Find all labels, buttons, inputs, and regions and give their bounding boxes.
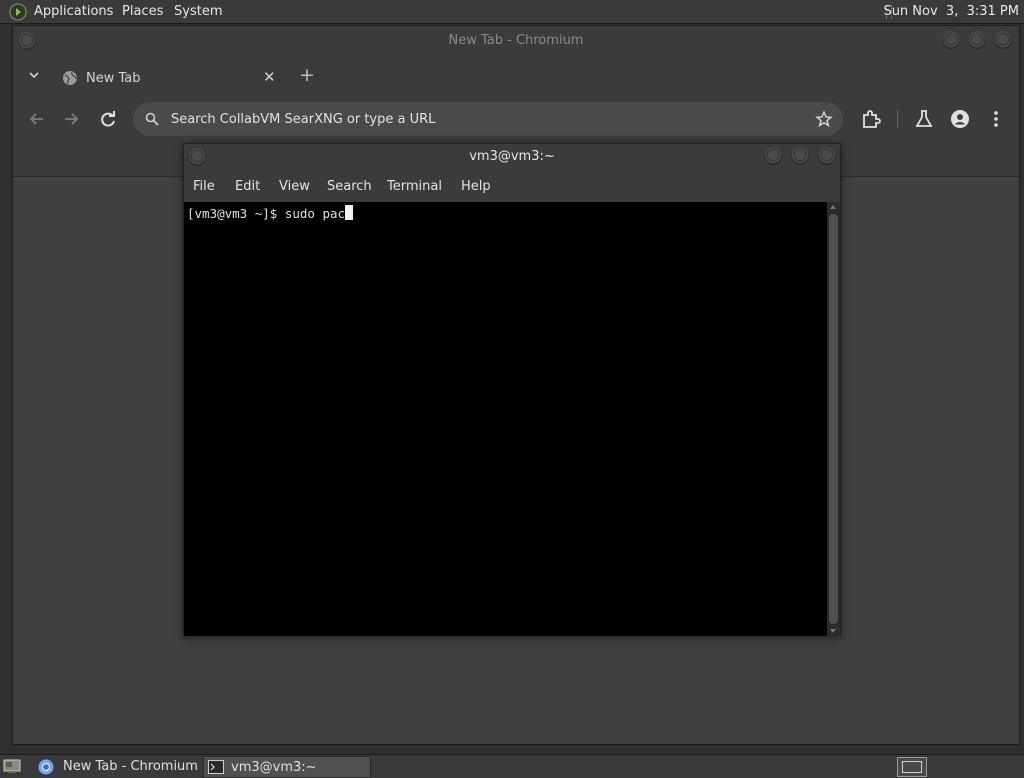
workspace-switcher-2[interactable] [962, 757, 992, 777]
terminal-minimize-button[interactable] [764, 147, 782, 165]
bottom-panel: New Tab - Chromium vm3@vm3:~ [0, 754, 1024, 778]
menu-edit[interactable]: Edit [235, 179, 260, 194]
applications-menu[interactable]: Applications [34, 4, 113, 19]
minimize-button[interactable] [942, 31, 960, 49]
typed-command: sudo pac [284, 206, 346, 221]
window-title: New Tab - Chromium [448, 33, 584, 48]
terminal-cursor [345, 205, 354, 220]
toolbar-separator [897, 110, 898, 128]
url-input[interactable] [171, 110, 771, 128]
menu-file[interactable]: File [193, 179, 215, 194]
search-icon [145, 112, 159, 126]
browser-toolbar [13, 98, 1019, 140]
back-arrow-icon[interactable] [25, 107, 49, 131]
show-desktop-icon[interactable] [3, 759, 21, 774]
task-label: New Tab - Chromium [63, 759, 198, 774]
tab-label: New Tab [86, 71, 141, 86]
scroll-up-arrow-icon[interactable] [830, 205, 836, 209]
menu-view[interactable]: View [279, 179, 310, 194]
terminal-screen[interactable]: [vm3@vm3 ~]$ sudo pac [184, 202, 827, 636]
shell-prompt: [vm3@vm3 ~]$ [187, 206, 285, 221]
labs-flask-icon[interactable] [912, 107, 936, 131]
menu-search[interactable]: Search [327, 179, 372, 194]
more-menu-icon[interactable] [984, 107, 1008, 131]
top-panel: Applications Places System Sun Nov 3, 3:… [0, 0, 1024, 24]
new-tab-plus-icon[interactable]: + [299, 64, 315, 86]
terminal-scrollbar[interactable] [827, 202, 840, 636]
bookmark-star-icon[interactable] [815, 110, 833, 128]
terminal-maximize-button[interactable] [791, 147, 809, 165]
reload-icon[interactable] [96, 107, 120, 131]
taskbar-item-terminal[interactable]: vm3@vm3:~ [203, 756, 371, 778]
extensions-puzzle-icon[interactable] [859, 107, 883, 131]
terminal-line: [vm3@vm3 ~]$ sudo pac [187, 205, 354, 221]
terminal-window: vm3@vm3:~ File Edit View Search Terminal… [183, 143, 841, 636]
profile-avatar-icon[interactable] [948, 107, 972, 131]
places-menu[interactable]: Places [122, 4, 163, 19]
globe-icon [63, 71, 77, 85]
terminal-menubar: File Edit View Search Terminal Help [184, 174, 840, 200]
scrollbar-thumb[interactable] [829, 214, 838, 624]
chromium-icon [38, 759, 54, 775]
maximize-button[interactable] [968, 31, 986, 49]
clock[interactable]: Sun Nov 3, 3:31 PM [883, 4, 1019, 19]
workspace-switcher-1[interactable] [897, 757, 927, 777]
scroll-down-arrow-icon[interactable] [830, 629, 836, 633]
omnibox[interactable] [133, 102, 843, 136]
tab-close-icon[interactable]: ✕ [263, 68, 276, 86]
workspace-window-preview [902, 761, 922, 773]
tab-search-chevron-icon[interactable] [27, 66, 41, 84]
task-label: vm3@vm3:~ [231, 760, 317, 775]
system-menu[interactable]: System [174, 4, 222, 19]
terminal-title: vm3@vm3:~ [469, 149, 555, 164]
taskbar-item-chromium[interactable]: New Tab - Chromium [33, 756, 199, 778]
close-window-button[interactable] [994, 31, 1012, 49]
distro-logo-icon[interactable] [9, 3, 27, 21]
tab-strip: New Tab ✕ + [13, 56, 1019, 96]
forward-arrow-icon[interactable] [59, 107, 83, 131]
tab-new-tab[interactable]: New Tab ✕ [49, 60, 289, 96]
terminal-icon [208, 760, 224, 774]
terminal-close-button[interactable] [818, 147, 836, 165]
menu-help[interactable]: Help [461, 179, 491, 194]
menu-terminal[interactable]: Terminal [387, 179, 442, 194]
